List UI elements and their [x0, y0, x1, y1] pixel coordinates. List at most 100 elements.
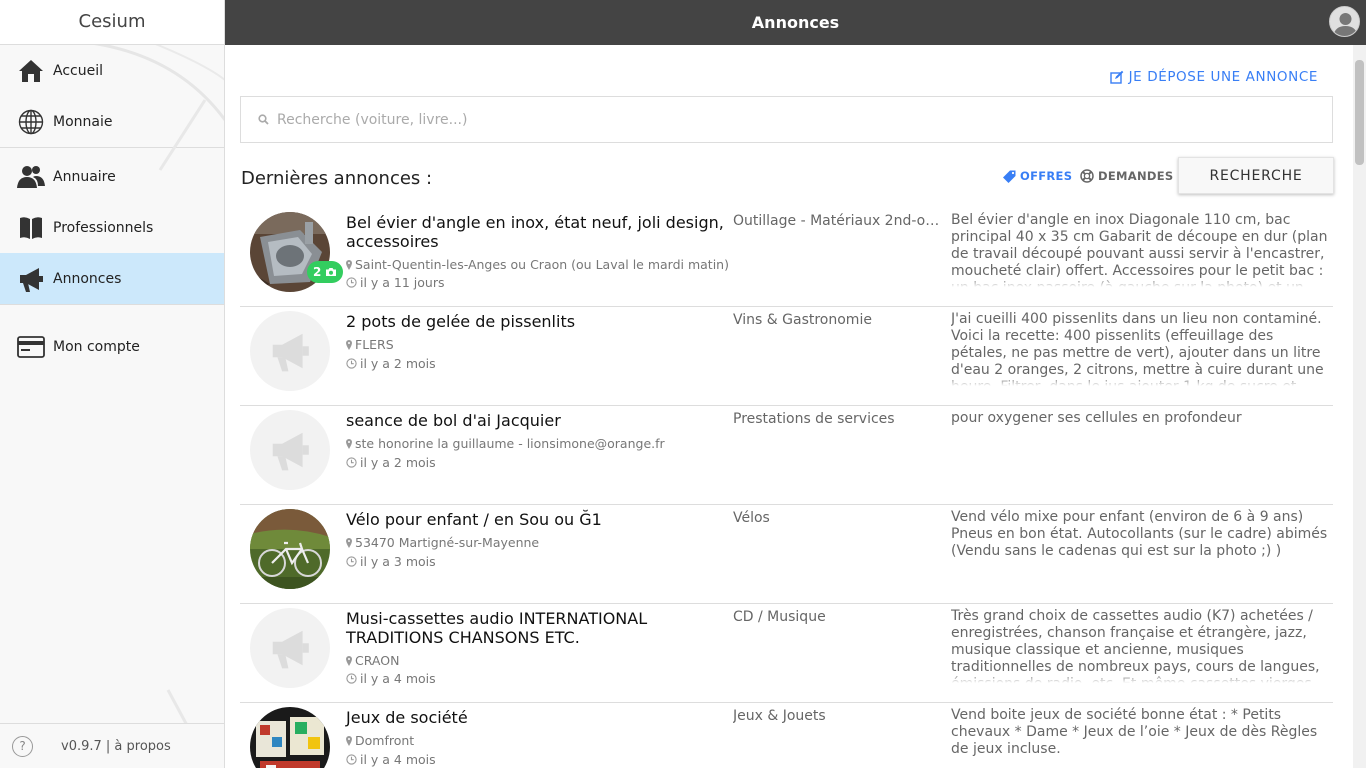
home-icon: [17, 57, 45, 85]
ad-category: Vélos: [733, 510, 770, 526]
ads-list: 2 Bel évier d'angle en inox, état neuf, …: [240, 208, 1333, 768]
camera-icon: [326, 268, 337, 276]
ad-location: FLERS: [346, 337, 394, 352]
ad-title: Musi-cassettes audio INTERNATIONAL TRADI…: [346, 609, 648, 647]
top-bar: Annonces: [225, 0, 1366, 45]
ad-location-text: Domfront: [355, 733, 415, 748]
filter-offers-label: OFFRES: [1020, 169, 1073, 183]
tag-icon: [1003, 170, 1016, 183]
lifebuoy-icon: [1080, 169, 1094, 183]
photo-count: 2: [313, 265, 322, 279]
sidebar-item-mon-compte[interactable]: Mon compte: [0, 321, 224, 372]
ad-location-text: ste honorine la guillaume - lionsimone@o…: [355, 436, 665, 451]
filter-requests-label: DEMANDES: [1098, 169, 1174, 183]
clock-icon: [346, 673, 357, 684]
ad-location: Saint-Quentin-les-Anges ou Craon (ou Lav…: [346, 257, 729, 272]
ad-description: pour oxygener ses cellules en profondeur: [951, 410, 1242, 426]
ad-time-text: il y a 2 mois: [360, 356, 436, 371]
search-bar[interactable]: [240, 96, 1333, 143]
scrollbar-thumb[interactable]: [1355, 60, 1364, 165]
page-title: Annonces: [751, 13, 840, 32]
location-pin-icon: [346, 339, 352, 350]
section-title: Dernières annonces :: [241, 168, 433, 189]
photo-count-badge: 2: [307, 261, 344, 283]
ad-category: Prestations de services: [733, 411, 895, 427]
clock-icon: [346, 556, 357, 567]
filter-requests[interactable]: DEMANDES: [1080, 169, 1173, 183]
sidebar: Cesium Accueil Monnaie Annuaire Professi…: [0, 0, 225, 768]
ad-thumbnail-placeholder: [250, 608, 330, 688]
ad-location-text: FLERS: [355, 337, 394, 352]
avatar[interactable]: [1329, 6, 1360, 37]
ad-category: Jeux & Jouets: [733, 708, 826, 724]
ad-time: il y a 2 mois: [346, 356, 436, 371]
ad-location: ste honorine la guillaume - lionsimone@o…: [346, 436, 665, 451]
ad-thumbnail: [250, 707, 330, 768]
ad-time-text: il y a 3 mois: [360, 554, 436, 569]
search-input[interactable]: [277, 111, 1332, 128]
ad-time: il y a 2 mois: [346, 455, 436, 470]
ad-time-text: il y a 4 mois: [360, 752, 436, 767]
clock-icon: [346, 277, 357, 288]
ad-location-text: CRAON: [355, 653, 400, 668]
list-item[interactable]: 2 Bel évier d'angle en inox, état neuf, …: [240, 208, 1333, 307]
list-item[interactable]: Jeux de société Domfront il y a 4 mois J…: [240, 703, 1333, 768]
globe-icon: [17, 108, 45, 136]
deposit-ad-label: JE DÉPOSE UNE ANNONCE: [1128, 69, 1318, 85]
sidebar-item-accueil[interactable]: Accueil: [0, 45, 224, 96]
ad-time-text: il y a 2 mois: [360, 455, 436, 470]
ad-time: il y a 3 mois: [346, 554, 436, 569]
megaphone-icon: [17, 265, 45, 293]
list-item[interactable]: Musi-cassettes audio INTERNATIONAL TRADI…: [240, 604, 1333, 703]
version-about-link[interactable]: v0.9.7 | à propos: [61, 739, 171, 754]
list-item[interactable]: 2 pots de gelée de pissenlits FLERS il y…: [240, 307, 1333, 406]
list-item[interactable]: seance de bol d'ai Jacquier ste honorine…: [240, 406, 1333, 505]
help-icon[interactable]: ?: [12, 735, 33, 757]
ad-time-text: il y a 4 mois: [360, 671, 436, 686]
sidebar-item-professionnels[interactable]: Professionnels: [0, 202, 224, 253]
sidebar-item-annuaire[interactable]: Annuaire: [0, 151, 224, 202]
sidebar-item-annonces[interactable]: Annonces: [0, 253, 224, 304]
clock-icon: [346, 358, 357, 369]
card-icon: [17, 333, 45, 361]
ad-description: J'ai cueilli 400 pissenlits dans un lieu…: [951, 311, 1331, 386]
sidebar-item-label: Mon compte: [53, 338, 140, 355]
filter-offers[interactable]: OFFRES: [1003, 169, 1072, 183]
ad-time-text: il y a 11 jours: [360, 275, 445, 290]
sidebar-item-label: Accueil: [53, 62, 103, 79]
search-button[interactable]: RECHERCHE: [1178, 157, 1334, 194]
ad-time: il y a 11 jours: [346, 275, 445, 290]
location-pin-icon: [346, 537, 352, 548]
ad-description: Vend vélo mixe pour enfant (environ de 6…: [951, 509, 1328, 559]
ad-title: 2 pots de gelée de pissenlits: [346, 312, 576, 331]
megaphone-icon: [272, 333, 309, 372]
book-icon: [17, 214, 45, 242]
main-scrollbar[interactable]: [1353, 45, 1366, 768]
ad-time: il y a 4 mois: [346, 671, 436, 686]
location-pin-icon: [346, 438, 352, 449]
user-avatar-icon: [1333, 13, 1358, 36]
ad-category: CD / Musique: [733, 609, 826, 625]
ad-category: Vins & Gastronomie: [733, 312, 872, 328]
deposit-ad-link[interactable]: JE DÉPOSE UNE ANNONCE: [1109, 69, 1318, 85]
list-item[interactable]: Vélo pour enfant / en Sou ou Ğ1 53470 Ma…: [240, 505, 1333, 604]
location-pin-icon: [346, 735, 352, 746]
sidebar-item-label: Annuaire: [53, 168, 116, 185]
ad-location-text: Saint-Quentin-les-Anges ou Craon (ou Lav…: [355, 257, 729, 272]
search-icon: [258, 114, 269, 125]
ad-description: Vend boite jeux de société bonne état : …: [951, 707, 1318, 757]
ad-description: Bel évier d'angle en inox Diagonale 110 …: [951, 212, 1331, 287]
ad-title: Jeux de société: [346, 708, 468, 727]
ad-title: seance de bol d'ai Jacquier: [346, 411, 561, 430]
clock-icon: [346, 754, 357, 765]
sidebar-item-label: Monnaie: [53, 113, 113, 130]
ad-location: 53470 Martigné-sur-Mayenne: [346, 535, 539, 550]
sidebar-item-label: Annonces: [53, 270, 122, 287]
ad-location: Domfront: [346, 733, 414, 748]
sidebar-item-monnaie[interactable]: Monnaie: [0, 96, 224, 147]
clock-icon: [346, 457, 357, 468]
megaphone-icon: [272, 432, 309, 471]
ad-title: Bel évier d'angle en inox, état neuf, jo…: [346, 213, 724, 251]
people-icon: [17, 163, 45, 191]
sidebar-item-label: Professionnels: [53, 219, 154, 236]
